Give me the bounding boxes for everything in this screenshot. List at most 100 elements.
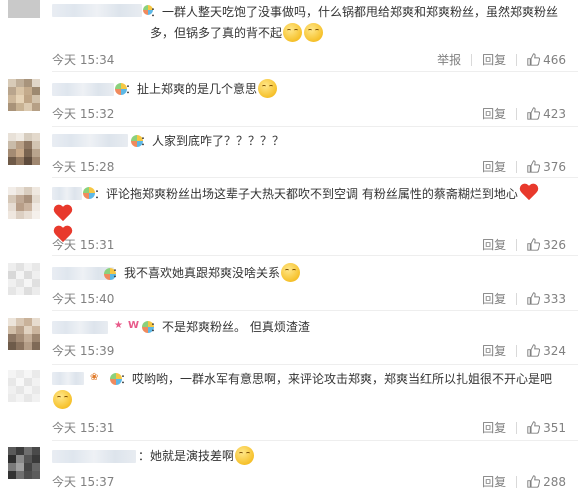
weibo-badge-icon: ★: [114, 320, 123, 331]
like-count: 333: [543, 291, 566, 306]
divider: [52, 364, 578, 365]
heart-icon: [519, 184, 539, 202]
like-button[interactable]: 423: [527, 107, 566, 121]
thumbs-up-icon: [527, 474, 541, 488]
like-button[interactable]: 326: [527, 238, 566, 252]
avatar[interactable]: [8, 79, 40, 111]
comment-time: 今天 15:28: [52, 160, 115, 174]
comment-item: ：一群人整天吃饱了没事做吗，什么锅都甩给郑爽和郑爽粉丝，虽然郑爽粉丝多，但锅多了…: [0, 0, 578, 68]
avatar[interactable]: [8, 447, 40, 479]
thumbs-up-icon: [527, 343, 541, 357]
heart-icon: [53, 205, 73, 223]
avatar[interactable]: [8, 263, 40, 295]
emoji-icon: [283, 23, 303, 42]
comment-text: ：哎哟哟，一群水军有意思啊，来评论攻击郑爽，郑爽当红所以扎姐很不开心是吧: [52, 369, 558, 411]
like-count: 288: [543, 474, 566, 489]
divider: [52, 71, 578, 72]
emoji-icon: [304, 23, 324, 42]
like-count: 351: [543, 420, 566, 435]
reply-button[interactable]: 回复: [482, 236, 506, 253]
comment-meta: 今天 15:28 回复 376: [52, 158, 566, 175]
comment-time: 今天 15:40: [52, 292, 115, 306]
reply-button[interactable]: 回复: [482, 105, 506, 122]
like-count: 466: [543, 52, 566, 67]
like-count: 376: [543, 159, 566, 174]
username[interactable]: [52, 450, 136, 463]
comment-item: ：评论拖郑爽粉丝出场这辈子大热天都吹不到空调 有粉丝属性的蔡斋糊烂到地心 今天 …: [0, 183, 578, 253]
comment-text: ：不是郑爽粉丝。 但真烦渣渣: [150, 320, 310, 334]
comment-meta: 今天 15:40 回复 333: [52, 290, 566, 307]
thumbs-up-icon: [527, 420, 541, 434]
emoji-icon: [281, 263, 301, 282]
divider: [516, 421, 518, 434]
divider: [52, 126, 578, 127]
comment-meta: 今天 15:31 回复 351: [52, 419, 566, 436]
comment-meta: 今天 15:34 举报 回复 466: [52, 51, 566, 68]
comment-item: ：扯上郑爽的是几个意思 今天 15:32 回复 423: [0, 77, 578, 127]
emoji-icon: [235, 446, 255, 465]
divider: [471, 53, 473, 66]
comment-time: 今天 15:31: [52, 421, 115, 435]
divider: [52, 255, 578, 256]
like-button[interactable]: 288: [527, 475, 566, 489]
comment-text: ：扯上郑爽的是几个意思: [125, 79, 558, 100]
divider: [516, 53, 518, 66]
username[interactable]: [52, 4, 142, 17]
comment-item: ：我不喜欢她真跟郑爽没啥关系 今天 15:40 回复 333: [0, 261, 578, 309]
reply-button[interactable]: 回复: [482, 473, 506, 490]
like-count: 324: [543, 343, 566, 358]
vip-badge-icon: W: [128, 320, 140, 331]
comment-text: ：一群人整天吃饱了没事做吗，什么锅都甩给郑爽和郑爽粉丝，虽然郑爽粉丝多，但锅多了…: [150, 5, 559, 42]
comment-meta: 今天 15:31 回复 326: [52, 236, 566, 253]
username[interactable]: [52, 83, 114, 96]
divider: [516, 344, 518, 357]
comment-text: ：她就是演技差啊: [138, 446, 558, 467]
divider: [516, 475, 518, 488]
divider: [516, 238, 518, 251]
like-button[interactable]: 351: [527, 421, 566, 435]
avatar[interactable]: [8, 0, 40, 18]
thumbs-up-icon: [527, 159, 541, 173]
divider: [52, 310, 578, 311]
emoji-icon: [53, 390, 72, 409]
divider: [516, 107, 518, 120]
like-button[interactable]: 333: [527, 292, 566, 306]
divider: [516, 292, 518, 305]
comment-time: 今天 15:37: [52, 475, 115, 489]
reply-button[interactable]: 回复: [482, 51, 506, 68]
comment-time: 今天 15:32: [52, 107, 115, 121]
like-count: 326: [543, 237, 566, 252]
like-button[interactable]: 466: [527, 53, 566, 67]
comment-item: ：她就是演技差啊 今天 15:37 回复 288: [0, 445, 578, 495]
username[interactable]: [52, 134, 128, 147]
reply-button[interactable]: 回复: [482, 342, 506, 359]
divider: [516, 160, 518, 173]
divider: [52, 440, 578, 441]
divider: [52, 177, 578, 178]
comment-item: ❀ ：哎哟哟，一群水军有意思啊，来评论攻击郑爽，郑爽当红所以扎姐很不开心是吧 今…: [0, 368, 578, 436]
comment-text: ：人家到底咋了？？？？？: [140, 134, 285, 148]
comment-item: ★ W ：不是郑爽粉丝。 但真烦渣渣 今天 15:39 回复 324: [0, 316, 578, 364]
like-count: 423: [543, 106, 566, 121]
comment-meta: 今天 15:37 回复 288: [52, 473, 566, 490]
comment-meta: 今天 15:39 回复 324: [52, 342, 566, 359]
thumbs-up-icon: [527, 106, 541, 120]
comment-time: 今天 15:39: [52, 344, 115, 358]
like-button[interactable]: 324: [527, 344, 566, 358]
thumbs-up-icon: [527, 291, 541, 305]
comment-time: 今天 15:34: [52, 53, 115, 67]
avatar[interactable]: [8, 370, 40, 402]
thumbs-up-icon: [527, 237, 541, 251]
report-button[interactable]: 举报: [437, 51, 461, 68]
avatar[interactable]: [8, 187, 40, 219]
avatar[interactable]: [8, 318, 40, 350]
comment-meta: 今天 15:32 回复 423: [52, 105, 566, 122]
reply-button[interactable]: 回复: [482, 290, 506, 307]
avatar[interactable]: [8, 133, 40, 165]
reply-button[interactable]: 回复: [482, 158, 506, 175]
comment-time: 今天 15:31: [52, 238, 115, 252]
like-button[interactable]: 376: [527, 160, 566, 174]
reply-button[interactable]: 回复: [482, 419, 506, 436]
comment-text: ：我不喜欢她真跟郑爽没啥关系: [112, 263, 558, 284]
username[interactable]: [52, 321, 108, 334]
